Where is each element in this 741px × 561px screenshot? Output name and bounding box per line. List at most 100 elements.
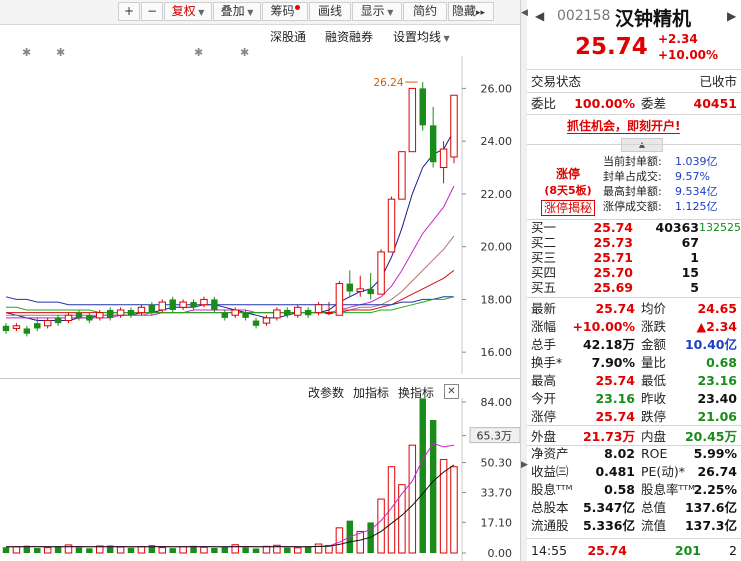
candle-body xyxy=(377,251,385,295)
jianyue-button[interactable]: 简约 xyxy=(403,2,447,21)
yincang-button[interactable]: 隐藏▸▸ xyxy=(448,2,494,21)
bid-row[interactable]: 买五 25.69 5 xyxy=(527,280,741,295)
trade-status-label: 交易状态 xyxy=(531,74,582,89)
bid-price: 25.73 xyxy=(593,235,633,250)
xianshi-dropdown[interactable]: 显示 ▼ xyxy=(352,2,402,21)
chart-separator xyxy=(0,378,520,379)
huaxian-button[interactable]: 画线 xyxy=(309,2,351,21)
price-candlestick-chart[interactable]: 26.00 24.00 22.00 20.00 18.00 16.00 26.24 xyxy=(0,56,520,374)
volume-bar xyxy=(137,546,146,554)
stat-label: ROE xyxy=(641,446,668,461)
double-chevron-right-icon: ▸▸ xyxy=(476,8,486,18)
candle-body xyxy=(148,304,156,313)
stats-row: 换手* 7.90% 量比 0.68 xyxy=(527,353,741,372)
bid-volume: 67 xyxy=(681,235,699,250)
candle xyxy=(450,94,458,164)
stat-value: 0.68 xyxy=(706,355,737,370)
zt-info-label: 封单占成交: xyxy=(603,170,662,183)
volume-bar xyxy=(221,546,229,553)
junxian-dropdown[interactable]: 设置均线 ▼ xyxy=(393,28,450,45)
stats-row: 总手 42.18万 金额 10.40亿 xyxy=(527,335,741,354)
candle-body xyxy=(179,301,187,308)
bid-row[interactable]: 买一 25.74 40363 132525 xyxy=(527,220,741,235)
limit-up-info: 当前封单额: 1.039亿 封单占成交: 9.57% 最高封单额: 9.534亿 涨停… xyxy=(603,154,733,214)
divider xyxy=(527,114,741,115)
price-change-pct: +10.00% xyxy=(658,48,719,62)
y-tick-label: 17.10 xyxy=(481,516,513,529)
bid-price: 25.74 xyxy=(593,220,633,235)
candle xyxy=(429,106,437,168)
bid-label: 买四 xyxy=(531,265,557,280)
tick-price: 25.74 xyxy=(587,543,627,558)
yincang-label: 隐藏 xyxy=(452,4,477,18)
rongzi-link[interactable]: 融资融券 xyxy=(325,28,373,45)
candle xyxy=(439,141,448,184)
bid-price: 25.71 xyxy=(593,250,633,265)
volume-bar-chart[interactable]: 84.00 65.3万 50.30 33.70 17.10 0.00 xyxy=(0,398,520,561)
stat-label: 股息率ᵀᵀᴹ xyxy=(641,482,695,497)
next-stock-arrow-icon[interactable]: ▶ xyxy=(727,9,736,23)
candle xyxy=(64,312,73,324)
divider xyxy=(527,92,741,93)
stock-code: 002158 xyxy=(557,8,611,24)
candle-body xyxy=(242,312,249,318)
candle-body xyxy=(284,309,291,316)
limit-up-reveal-button[interactable]: 涨停揭秘 xyxy=(541,200,595,216)
stat-value: ▲2.34 xyxy=(696,319,737,334)
fuquan-dropdown[interactable]: 复权 ▼ xyxy=(164,2,212,21)
volume-bar xyxy=(293,547,302,554)
candle xyxy=(335,280,344,316)
prev-stock-arrow-icon[interactable]: ◀ xyxy=(535,9,544,23)
candle xyxy=(127,307,135,318)
volume-bar xyxy=(252,548,260,553)
open-account-link[interactable]: 抓住机会，即刻开户! xyxy=(567,119,681,134)
bid-row[interactable]: 买四 25.70 15 xyxy=(527,265,741,280)
candle xyxy=(273,307,281,321)
candle xyxy=(12,323,21,332)
volume-bar xyxy=(450,466,458,554)
stat-label: PE(动)* xyxy=(641,464,685,479)
choumai-button[interactable]: 筹码 xyxy=(262,2,308,21)
stat-label: 总股本 xyxy=(531,500,569,515)
xianshi-label: 显示 xyxy=(360,4,385,18)
bid-volume: 1 xyxy=(690,250,699,265)
chart-toolbar: + − 复权 ▼ 叠加 ▼ 筹码 画线 显示 ▼ 简约 隐藏▸▸ xyxy=(0,0,520,25)
zt-info-value: 1.125亿 xyxy=(675,200,718,213)
bid-label: 买一 xyxy=(531,220,557,235)
volume-bar xyxy=(2,547,10,553)
volume-bar xyxy=(127,547,135,553)
limit-up-box: 涨停 (8天5板) 涨停揭秘 xyxy=(541,165,595,216)
bid-row[interactable]: 买三 25.71 1 xyxy=(527,250,741,265)
stat-value: 10.40亿 xyxy=(684,337,737,352)
stat-value: 25.74 xyxy=(595,373,635,388)
stat-value: 21.06 xyxy=(697,409,737,424)
shengu-link[interactable]: 深股通 xyxy=(270,28,306,45)
candle-body xyxy=(439,148,448,169)
volume-bar xyxy=(419,398,426,553)
stat-label: 总手 xyxy=(531,337,557,352)
diejia-dropdown[interactable]: 叠加 ▼ xyxy=(213,2,261,21)
zoom-in-button[interactable]: + xyxy=(118,2,140,21)
collapse-up-icon[interactable]: ▲ xyxy=(621,138,663,152)
stats-row: 股息ᵀᵀᴹ 0.58 股息率ᵀᵀᴹ 2.25% xyxy=(527,480,741,499)
chevron-down-icon: ▼ xyxy=(195,8,205,17)
stats-row: 涨停 25.74 跌停 21.06 xyxy=(527,407,741,426)
zt-info-label: 涨停成交额: xyxy=(603,200,662,213)
bid-price: 25.70 xyxy=(593,265,633,280)
stats-row: 流通股 5.336亿 流值 137.3亿 xyxy=(527,516,741,535)
stats-row: 收益㈢ 0.481 PE(动)* 26.74 xyxy=(527,462,741,481)
candle-body xyxy=(2,325,10,332)
candle xyxy=(23,325,31,337)
candle xyxy=(43,317,52,329)
stats-row: 净资产 8.02 ROE 5.99% xyxy=(527,444,741,463)
stat-value: 0.58 xyxy=(604,482,635,497)
zoom-out-button[interactable]: − xyxy=(141,2,163,21)
divider xyxy=(527,297,741,298)
candle xyxy=(387,196,396,253)
volume-bar xyxy=(169,548,176,553)
candle-body xyxy=(398,151,406,200)
stat-value: 23.16 xyxy=(697,373,737,388)
candle-body xyxy=(12,325,21,329)
close-icon[interactable]: ✕ xyxy=(444,384,459,399)
bid-row[interactable]: 买二 25.73 67 xyxy=(527,235,741,250)
